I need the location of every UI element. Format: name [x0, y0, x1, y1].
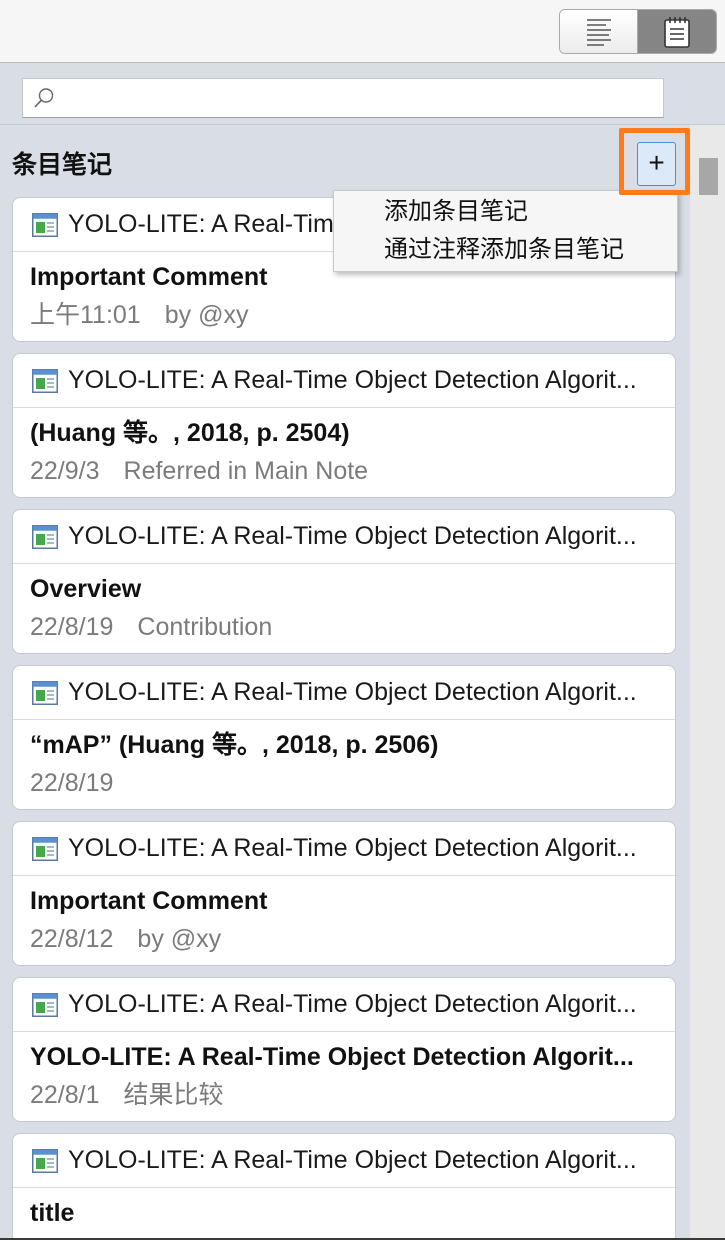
note-card[interactable]: YOLO-LITE: A Real-Time Object Detection … — [12, 509, 676, 654]
notepad-icon — [664, 16, 690, 48]
notes-view-button[interactable] — [638, 10, 716, 53]
webpage-item-icon — [32, 1148, 58, 1173]
note-title: “mAP” (Huang 等。, 2018, p. 2506) — [30, 731, 439, 759]
abstract-view-button[interactable] — [560, 10, 638, 53]
section-title: 条目笔记 — [12, 151, 113, 179]
note-date: 上午11:01 — [30, 301, 141, 329]
note-tag: by @xy — [164, 301, 249, 329]
note-card[interactable]: YOLO-LITE: A Real-Time Object Detection … — [12, 1133, 676, 1240]
parent-item-row[interactable]: YOLO-LITE: A Real-Time Object Detection … — [13, 510, 675, 564]
note-title: (Huang 等。, 2018, p. 2504) — [30, 419, 350, 447]
note-body[interactable]: “mAP” (Huang 等。, 2018, p. 2506) 22/8/19 — [13, 720, 675, 798]
note-body[interactable]: YOLO-LITE: A Real-Time Object Detection … — [13, 1032, 675, 1110]
note-meta: 22/9/3 Referred in Main Note — [30, 456, 658, 486]
note-date: 22/9/3 — [30, 457, 100, 485]
note-card[interactable]: YOLO-LITE: A Real-Time Object Detection … — [12, 353, 676, 498]
text-lines-icon — [586, 18, 611, 46]
note-card[interactable]: YOLO-LITE: A Real-Time Object Detection … — [12, 821, 676, 966]
note-date: 22/8/19 — [30, 613, 114, 641]
parent-item-title: YOLO-LITE: A Real-Time Object Detection … — [68, 366, 637, 394]
menu-item-add-item-note[interactable]: 添加条目笔记 — [334, 193, 677, 231]
note-body[interactable]: title — [13, 1188, 675, 1228]
parent-item-title: YOLO-LITE: A Real-Time Object Detection … — [68, 522, 637, 550]
parent-item-title: YOLO-LITE: A Real-Time Object Detection … — [68, 834, 637, 862]
search-input[interactable] — [63, 83, 658, 113]
note-title: title — [30, 1199, 75, 1227]
note-title: YOLO-LITE: A Real-Time Object Detection … — [30, 1043, 634, 1071]
parent-item-row[interactable]: YOLO-LITE: A Real-Time Object Detection … — [13, 354, 675, 408]
note-tag: by @xy — [137, 925, 222, 953]
parent-item-row[interactable]: YOLO-LITE: A Real-Time Object Detection … — [13, 666, 675, 720]
search-bar — [0, 63, 725, 125]
note-meta: 22/8/12 by @xy — [30, 924, 658, 954]
note-meta: 22/8/19 Contribution — [30, 612, 658, 642]
note-body[interactable]: (Huang 等。, 2018, p. 2504) 22/9/3 Referred… — [13, 408, 675, 486]
scrollbar-track[interactable] — [690, 125, 725, 1240]
note-tag: Referred in Main Note — [123, 457, 369, 485]
parent-item-row[interactable]: YOLO-LITE: A Real-Time Object Detection … — [13, 978, 675, 1032]
note-date: 22/8/19 — [30, 769, 114, 797]
add-note-menu: 添加条目笔记 通过注释添加条目笔记 — [333, 190, 678, 272]
parent-item-row[interactable]: YOLO-LITE: A Real-Time Object Detection … — [13, 822, 675, 876]
note-tag: Contribution — [137, 613, 273, 641]
webpage-item-icon — [32, 836, 58, 861]
search-field[interactable] — [22, 78, 664, 118]
note-meta: 上午11:01 by @xy — [30, 300, 658, 330]
note-meta: 22/8/19 — [30, 768, 658, 798]
parent-item-title: YOLO-LITE: A Real-Time Object Detection … — [68, 678, 637, 706]
note-meta: 22/8/1 结果比较 — [30, 1080, 658, 1110]
note-title: Important Comment — [30, 887, 268, 915]
note-card[interactable]: YOLO-LITE: A Real-Time Object Detection … — [12, 665, 676, 810]
note-body[interactable]: Important Comment 22/8/12 by @xy — [13, 876, 675, 954]
note-body[interactable]: Overview 22/8/19 Contribution — [13, 564, 675, 642]
add-note-button[interactable]: + — [637, 142, 676, 186]
webpage-item-icon — [32, 212, 58, 237]
parent-item-title: YOLO-LITE: A Real-Time Object Detection … — [68, 1146, 637, 1174]
parent-item-row[interactable]: YOLO-LITE: A Real-Time Object Detection … — [13, 1134, 675, 1188]
webpage-item-icon — [32, 680, 58, 705]
note-card[interactable]: YOLO-LITE: A Real-Time Object Detection … — [12, 977, 676, 1122]
note-date: 22/8/1 — [30, 1081, 100, 1109]
webpage-item-icon — [32, 524, 58, 549]
view-switch — [559, 9, 717, 54]
webpage-item-icon — [32, 368, 58, 393]
top-toolbar — [0, 0, 725, 63]
parent-item-title: YOLO-LITE: A Real-Time Object Detection … — [68, 990, 637, 1018]
webpage-item-icon — [32, 992, 58, 1017]
search-icon — [34, 88, 54, 108]
note-tag: 结果比较 — [123, 1081, 224, 1109]
note-date: 22/8/12 — [30, 925, 114, 953]
menu-item-add-note-from-annotations[interactable]: 通过注释添加条目笔记 — [334, 231, 677, 269]
item-notes-pane: 条目笔记 + 添加条目笔记 通过注释添加条目笔记 YOLO-LITE: A Re… — [0, 125, 690, 1240]
scrollbar-thumb[interactable] — [699, 158, 718, 195]
note-title: Overview — [30, 575, 142, 603]
